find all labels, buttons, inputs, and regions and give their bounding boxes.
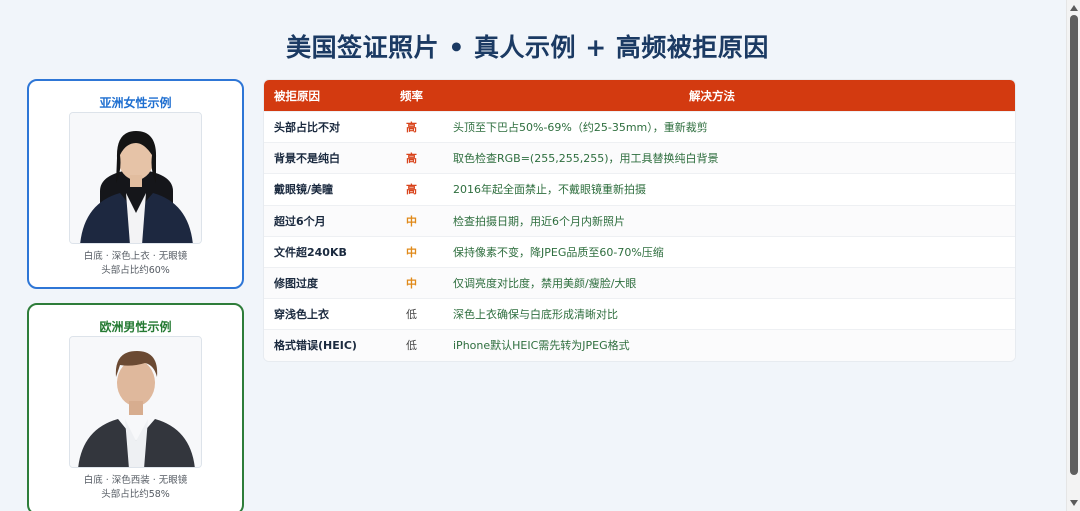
reason-cell: 修图过度 [274, 277, 318, 291]
sample-caption: 白底 · 深色西装 · 无眼镜 头部占比约58% [29, 474, 242, 502]
solution-cell: 检查拍摄日期，用近6个月内新照片 [453, 214, 625, 228]
asian-female-photo [69, 112, 202, 244]
header-frequency: 频率 [400, 88, 423, 103]
reason-cell: 头部占比不对 [274, 121, 340, 135]
caption-line: 头部占比约58% [101, 489, 170, 500]
frequency-cell: 高 [406, 121, 417, 135]
reason-cell: 穿浅色上衣 [274, 308, 329, 322]
table-body: 头部占比不对高头顶至下巴占50%-69%（约25-35mm），重新裁剪 背景不是纯… [264, 111, 1015, 361]
scroll-up-arrow-icon[interactable] [1070, 5, 1078, 11]
table-row: 格式错误(HEIC) 低 iPhone默认HEIC需先转为JPEG格式 [264, 329, 1015, 361]
reason-cell: 戴眼镜/美瞳 [274, 183, 334, 197]
reason-cell: 背景不是纯白 [274, 152, 340, 166]
frequency-cell: 高 [406, 152, 417, 166]
table-row: 文件超240KB 中 保持像素不变，降JPEG品质至60-70%压缩 [264, 235, 1015, 267]
solution-cell: 头顶至下巴占50%-69%（约25-35mm），重新裁剪 [453, 121, 708, 135]
scrollbar-thumb[interactable] [1070, 15, 1078, 475]
caption-line: 白底 · 深色西装 · 无眼镜 [83, 475, 188, 486]
solution-cell: iPhone默认HEIC需先转为JPEG格式 [453, 339, 630, 353]
table-row: 穿浅色上衣 低 深色上衣确保与白底形成清晰对比 [264, 298, 1015, 329]
rejection-reasons-table: 被拒原因 频率 解决方法 头部占比不对高头顶至下巴占50%-69%（约25-35… [263, 79, 1016, 362]
solution-cell: 深色上衣确保与白底形成清晰对比 [453, 308, 618, 322]
frequency-cell: 中 [406, 277, 417, 291]
caption-line: 头部占比约60% [101, 265, 170, 276]
table-row: 超过6个月 中 检查拍摄日期，用近6个月内新照片 [264, 204, 1015, 236]
european-male-photo [69, 336, 202, 468]
sample-caption: 白底 · 深色上衣 · 无眼镜 头部占比约60% [29, 250, 242, 278]
frequency-cell: 高 [406, 183, 417, 197]
table-row: 修图过度 中 仅调亮度对比度，禁用美颜/瘦脸/大眼 [264, 266, 1015, 299]
solution-cell: 2016年起全面禁止，不戴眼镜重新拍摄 [453, 183, 646, 197]
frequency-cell: 低 [406, 339, 417, 353]
table-row: 头部占比不对 高 头顶至下巴占50%-69%（约25-35mm），重新裁剪 [264, 111, 1015, 142]
frequency-cell: 中 [406, 214, 417, 228]
reason-cell: 文件超240KB [274, 245, 347, 259]
solution-cell: 保持像素不变，降JPEG品质至60-70%压缩 [453, 245, 664, 259]
frequency-cell: 中 [406, 245, 417, 259]
solution-cell: 仅调亮度对比度，禁用美颜/瘦脸/大眼 [453, 277, 637, 291]
reason-cell: 格式错误(HEIC) [274, 339, 357, 353]
vertical-scrollbar[interactable] [1066, 0, 1080, 511]
sample-title: 亚洲女性示例 [99, 96, 172, 110]
sample-title: 欧洲男性示例 [99, 320, 172, 334]
table-row: 背景不是纯白 高 取色检查RGB=(255,255,255)，用工具替换纯白背景 [264, 142, 1015, 174]
scroll-down-arrow-icon[interactable] [1070, 500, 1078, 506]
table-row: 戴眼镜/美瞳 高 2016年起全面禁止，不戴眼镜重新拍摄 [264, 173, 1015, 204]
reason-cell: 超过6个月 [274, 214, 326, 228]
asian-female-sample-card: 亚洲女性示例 白底 · 深色上衣 · 无眼镜 头部占比约60% [27, 79, 244, 289]
frequency-cell: 低 [406, 308, 417, 322]
header-reason: 被拒原因 [274, 88, 320, 103]
european-male-sample-card: 欧洲男性示例 白底 · 深色西装 · 无眼镜 头部占比约58% [27, 303, 244, 511]
page-title: 美国签证照片 • 真人示例 + 高频被拒原因 [286, 33, 769, 62]
page: 美国签证照片 • 真人示例 + 高频被拒原因 亚洲女性示例 白底 · 深色上衣 … [0, 0, 1080, 511]
caption-line: 白底 · 深色上衣 · 无眼镜 [83, 251, 188, 262]
solution-cell: 取色检查RGB=(255,255,255)，用工具替换纯白背景 [453, 152, 719, 166]
table-header: 被拒原因 频率 解决方法 [264, 80, 1015, 111]
header-solution: 解决方法 [689, 88, 735, 103]
